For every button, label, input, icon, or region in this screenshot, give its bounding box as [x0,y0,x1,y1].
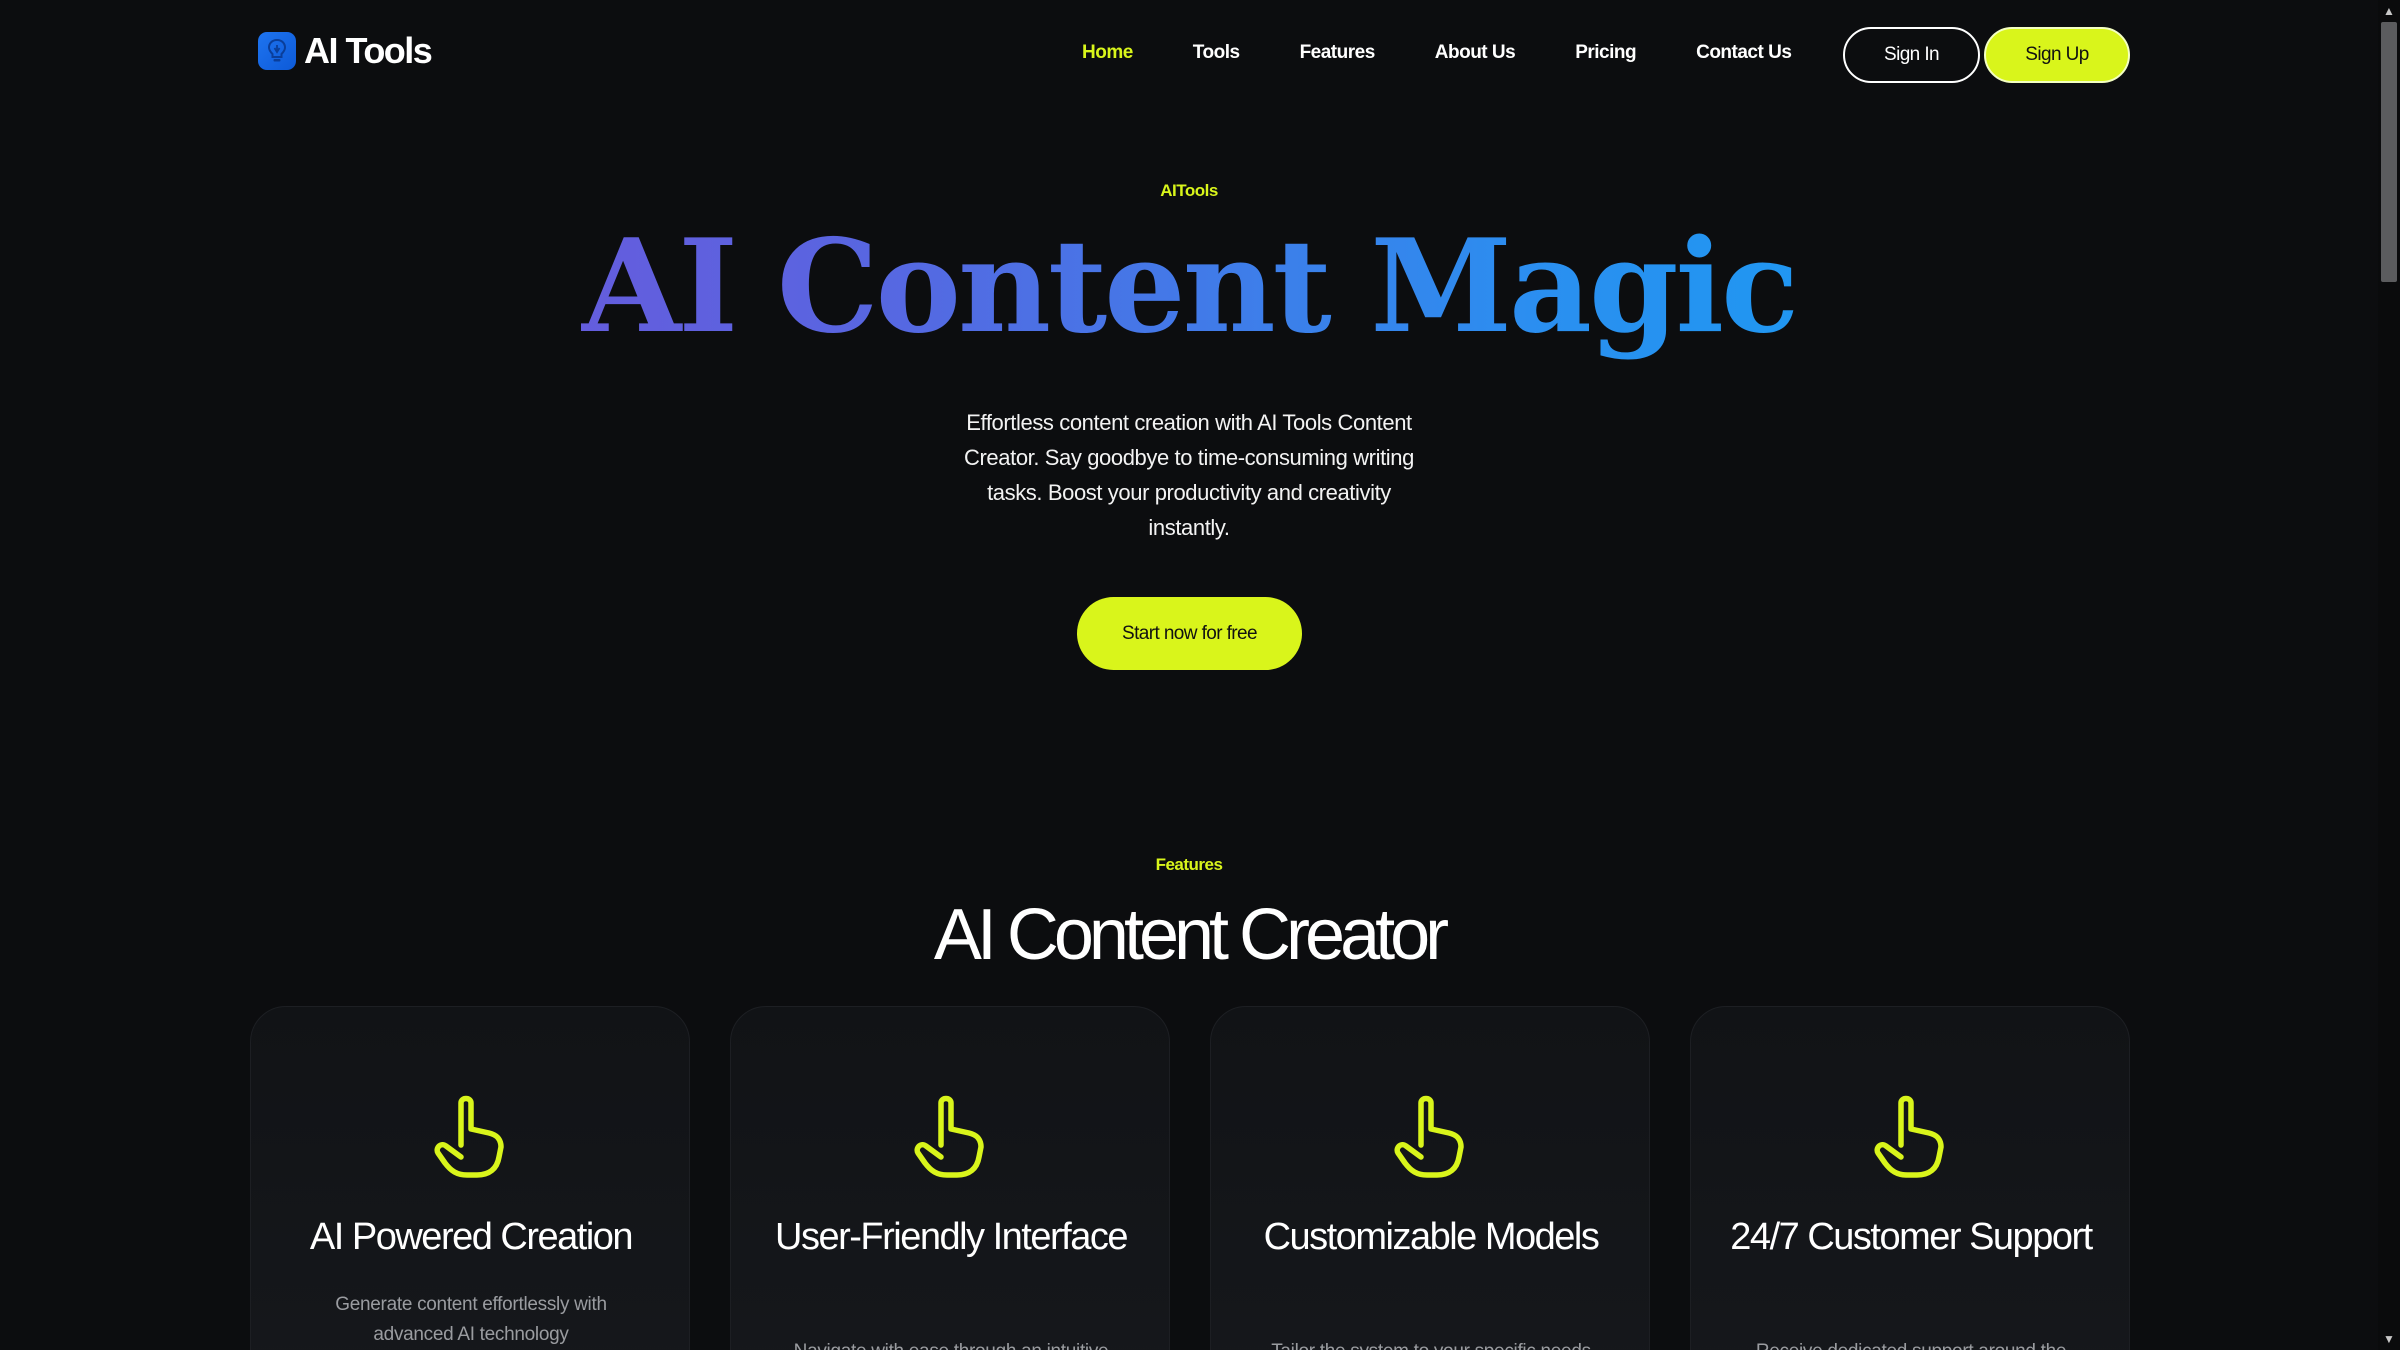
nav-contact-us[interactable]: Contact Us [1696,42,1792,64]
brand-name: AI Tools [304,30,433,71]
bulb-icon [258,32,296,70]
sign-in-button[interactable]: Sign In [1843,27,1980,83]
scroll-thumb[interactable] [2381,22,2397,282]
feature-card-title: Customizable Models [1263,1216,1600,1258]
page-scrollbar[interactable]: ▲ ▼ [2378,0,2400,1350]
feature-card-desc: Generate content effortlessly with advan… [335,1294,607,1345]
feature-card-desc: Navigate with ease through an intuitive [791,1337,1111,1350]
feature-card-title: 24/7 Customer Support [1730,1216,2093,1258]
feature-card: 24/7 Customer Support Receive dedicated … [1690,1006,2130,1350]
hero-eyebrow: AITools [1160,181,1218,200]
page: AI Tools Home Tools Features About Us Pr… [0,0,2378,1350]
feature-card-title: AI Powered Creation [309,1216,634,1258]
nav-features[interactable]: Features [1300,42,1376,64]
feature-card-desc: Tailor the system to your specific needs [1271,1337,1591,1350]
sign-up-button[interactable]: Sign Up [1984,27,2130,83]
hero-subtitle: Effortless content creation with AI Tool… [964,410,1414,540]
nav-tools[interactable]: Tools [1193,42,1240,64]
feature-card: AI Powered Creation Generate content eff… [250,1006,690,1350]
pointer-hand-icon [1394,1095,1464,1178]
nav-home[interactable]: Home [1082,42,1133,64]
scroll-up-arrow-icon[interactable]: ▲ [2378,0,2400,22]
features-title: AI Content Creator [933,895,1449,975]
pointer-hand-icon [914,1095,984,1178]
pointer-hand-icon [1874,1095,1944,1178]
pointer-hand-icon [434,1095,504,1178]
feature-card: Customizable Models Tailor the system to… [1210,1006,1650,1350]
start-free-button[interactable]: Start now for free [1077,597,1302,670]
feature-card-desc: Receive dedicated support around the [1751,1337,2071,1350]
feature-card-title: User-Friendly Interface [775,1216,1128,1258]
nav-about-us[interactable]: About Us [1435,42,1516,64]
main-nav: Home Tools Features About Us Pricing Con… [1082,42,1851,64]
features-eyebrow: Features [1155,855,1223,874]
feature-card: User-Friendly Interface Navigate with ea… [730,1006,1170,1350]
scroll-down-arrow-icon[interactable]: ▼ [2378,1328,2400,1350]
nav-pricing[interactable]: Pricing [1575,42,1636,64]
brand-logo[interactable]: AI Tools [258,30,433,72]
hero-title: AI Content Magic [0,212,2378,362]
